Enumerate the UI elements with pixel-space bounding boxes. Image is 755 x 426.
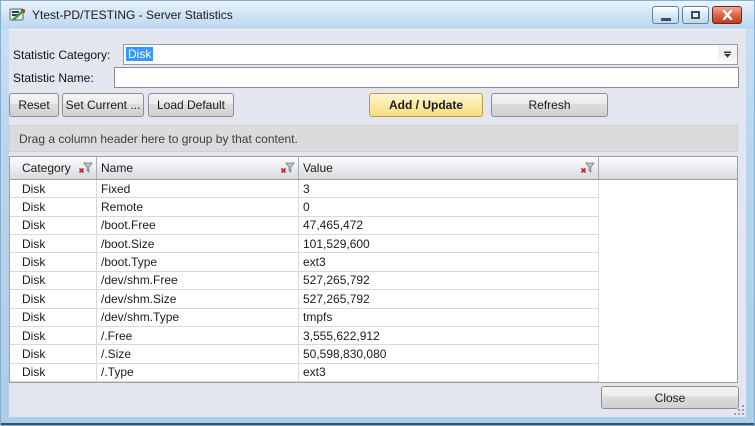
- table-row[interactable]: Disk/dev/shm.Size527,265,792: [10, 290, 737, 308]
- column-header-label: Name: [101, 161, 133, 175]
- table-row[interactable]: Disk/dev/shm.Free527,265,792: [10, 272, 737, 290]
- column-header-name[interactable]: Name: [97, 157, 299, 179]
- table-row[interactable]: Disk/.Typeext3: [10, 364, 737, 382]
- table-row[interactable]: Disk/dev/shm.Typetmpfs: [10, 309, 737, 327]
- set-current-button[interactable]: Set Current ...: [62, 93, 144, 117]
- resize-grip-icon[interactable]: [733, 404, 745, 416]
- cell-name: /.Size: [97, 345, 299, 363]
- cell-name: /dev/shm.Free: [97, 272, 299, 290]
- filter-icon[interactable]: [280, 162, 295, 174]
- close-button[interactable]: Close: [601, 386, 739, 409]
- close-window-button[interactable]: [712, 6, 742, 24]
- table-row[interactable]: Disk/boot.Typeext3: [10, 253, 737, 271]
- cell-name: /.Type: [97, 364, 299, 382]
- row-filler: [599, 253, 737, 271]
- chevron-down-icon: [723, 51, 732, 58]
- row-filler: [599, 290, 737, 308]
- table-row[interactable]: Disk/.Size50,598,830,080: [10, 345, 737, 363]
- server-statistics-dialog: Ytest-PD/TESTING - Server Statistics Sta…: [0, 0, 755, 426]
- cell-value: 47,465,472: [299, 217, 599, 235]
- column-header-label: Category: [22, 161, 71, 175]
- title-bar[interactable]: Ytest-PD/TESTING - Server Statistics: [1, 1, 754, 29]
- window-title: Ytest-PD/TESTING - Server Statistics: [32, 8, 233, 22]
- row-filler: [599, 309, 737, 327]
- close-icon: [722, 10, 733, 20]
- cell-value: ext3: [299, 364, 599, 382]
- row-filler: [599, 272, 737, 290]
- cell-name: /dev/shm.Size: [97, 290, 299, 308]
- app-icon: [9, 7, 26, 23]
- maximize-icon: [691, 11, 700, 19]
- row-filler: [599, 180, 737, 198]
- dialog-client-area: Statistic Category: Disk Statistic Name:…: [9, 29, 746, 417]
- cell-value: tmpfs: [299, 309, 599, 327]
- grid-body: DiskFixed3DiskRemote0Disk/boot.Free47,46…: [10, 180, 737, 382]
- cell-category: Disk: [10, 253, 97, 271]
- cell-value: ext3: [299, 253, 599, 271]
- cell-category: Disk: [10, 327, 97, 345]
- cell-value: 3,555,622,912: [299, 327, 599, 345]
- cell-category: Disk: [10, 217, 97, 235]
- cell-name: /dev/shm.Type: [97, 309, 299, 327]
- row-filler: [599, 235, 737, 253]
- cell-name: /.Free: [97, 327, 299, 345]
- cell-value: 101,529,600: [299, 235, 599, 253]
- add-update-button[interactable]: Add / Update: [369, 93, 483, 117]
- cell-category: Disk: [10, 309, 97, 327]
- column-header-value[interactable]: Value: [299, 157, 599, 179]
- statistic-category-combo[interactable]: Disk: [123, 44, 738, 65]
- statistic-name-input[interactable]: [114, 67, 739, 88]
- column-header-category[interactable]: Category: [10, 157, 97, 179]
- cell-category: Disk: [10, 235, 97, 253]
- reset-button[interactable]: Reset: [9, 93, 59, 117]
- window-controls: [652, 6, 742, 24]
- cell-value: 50,598,830,080: [299, 345, 599, 363]
- filter-icon[interactable]: [78, 162, 93, 174]
- cell-name: /boot.Type: [97, 253, 299, 271]
- cell-value: 527,265,792: [299, 290, 599, 308]
- cell-value: 3: [299, 180, 599, 198]
- statistic-category-label: Statistic Category:: [13, 48, 110, 62]
- group-by-panel[interactable]: Drag a column header here to group by th…: [9, 125, 738, 152]
- column-header-filler: [599, 157, 737, 179]
- filter-icon[interactable]: [580, 162, 595, 174]
- row-filler: [599, 198, 737, 216]
- cell-category: Disk: [10, 198, 97, 216]
- combo-selection-highlight: Disk: [126, 47, 153, 61]
- refresh-button[interactable]: Refresh: [491, 93, 608, 117]
- cell-category: Disk: [10, 290, 97, 308]
- column-header-label: Value: [303, 161, 333, 175]
- row-filler: [599, 345, 737, 363]
- statistic-name-label: Statistic Name:: [13, 71, 94, 85]
- cell-name: Remote: [97, 198, 299, 216]
- statistics-grid: Category Name Value: [9, 156, 738, 383]
- row-filler: [599, 217, 737, 235]
- row-filler: [599, 327, 737, 345]
- dropdown-button[interactable]: [718, 45, 737, 64]
- row-filler: [599, 364, 737, 382]
- table-row[interactable]: Disk/boot.Free47,465,472: [10, 217, 737, 235]
- minimize-icon: [661, 18, 671, 21]
- table-row[interactable]: DiskFixed3: [10, 180, 737, 198]
- cell-name: /boot.Size: [97, 235, 299, 253]
- cell-category: Disk: [10, 345, 97, 363]
- table-row[interactable]: DiskRemote0: [10, 198, 737, 216]
- cell-value: 527,265,792: [299, 272, 599, 290]
- maximize-button[interactable]: [682, 6, 709, 24]
- cell-category: Disk: [10, 272, 97, 290]
- group-by-hint: Drag a column header here to group by th…: [19, 132, 298, 146]
- cell-name: Fixed: [97, 180, 299, 198]
- minimize-button[interactable]: [652, 6, 679, 24]
- cell-value: 0: [299, 198, 599, 216]
- table-row[interactable]: Disk/boot.Size101,529,600: [10, 235, 737, 253]
- table-row[interactable]: Disk/.Free3,555,622,912: [10, 327, 737, 345]
- cell-category: Disk: [10, 364, 97, 382]
- grid-header: Category Name Value: [10, 157, 737, 180]
- combo-selected-text: Disk: [126, 47, 153, 62]
- cell-name: /boot.Free: [97, 217, 299, 235]
- cell-category: Disk: [10, 180, 97, 198]
- load-default-button[interactable]: Load Default: [148, 93, 234, 117]
